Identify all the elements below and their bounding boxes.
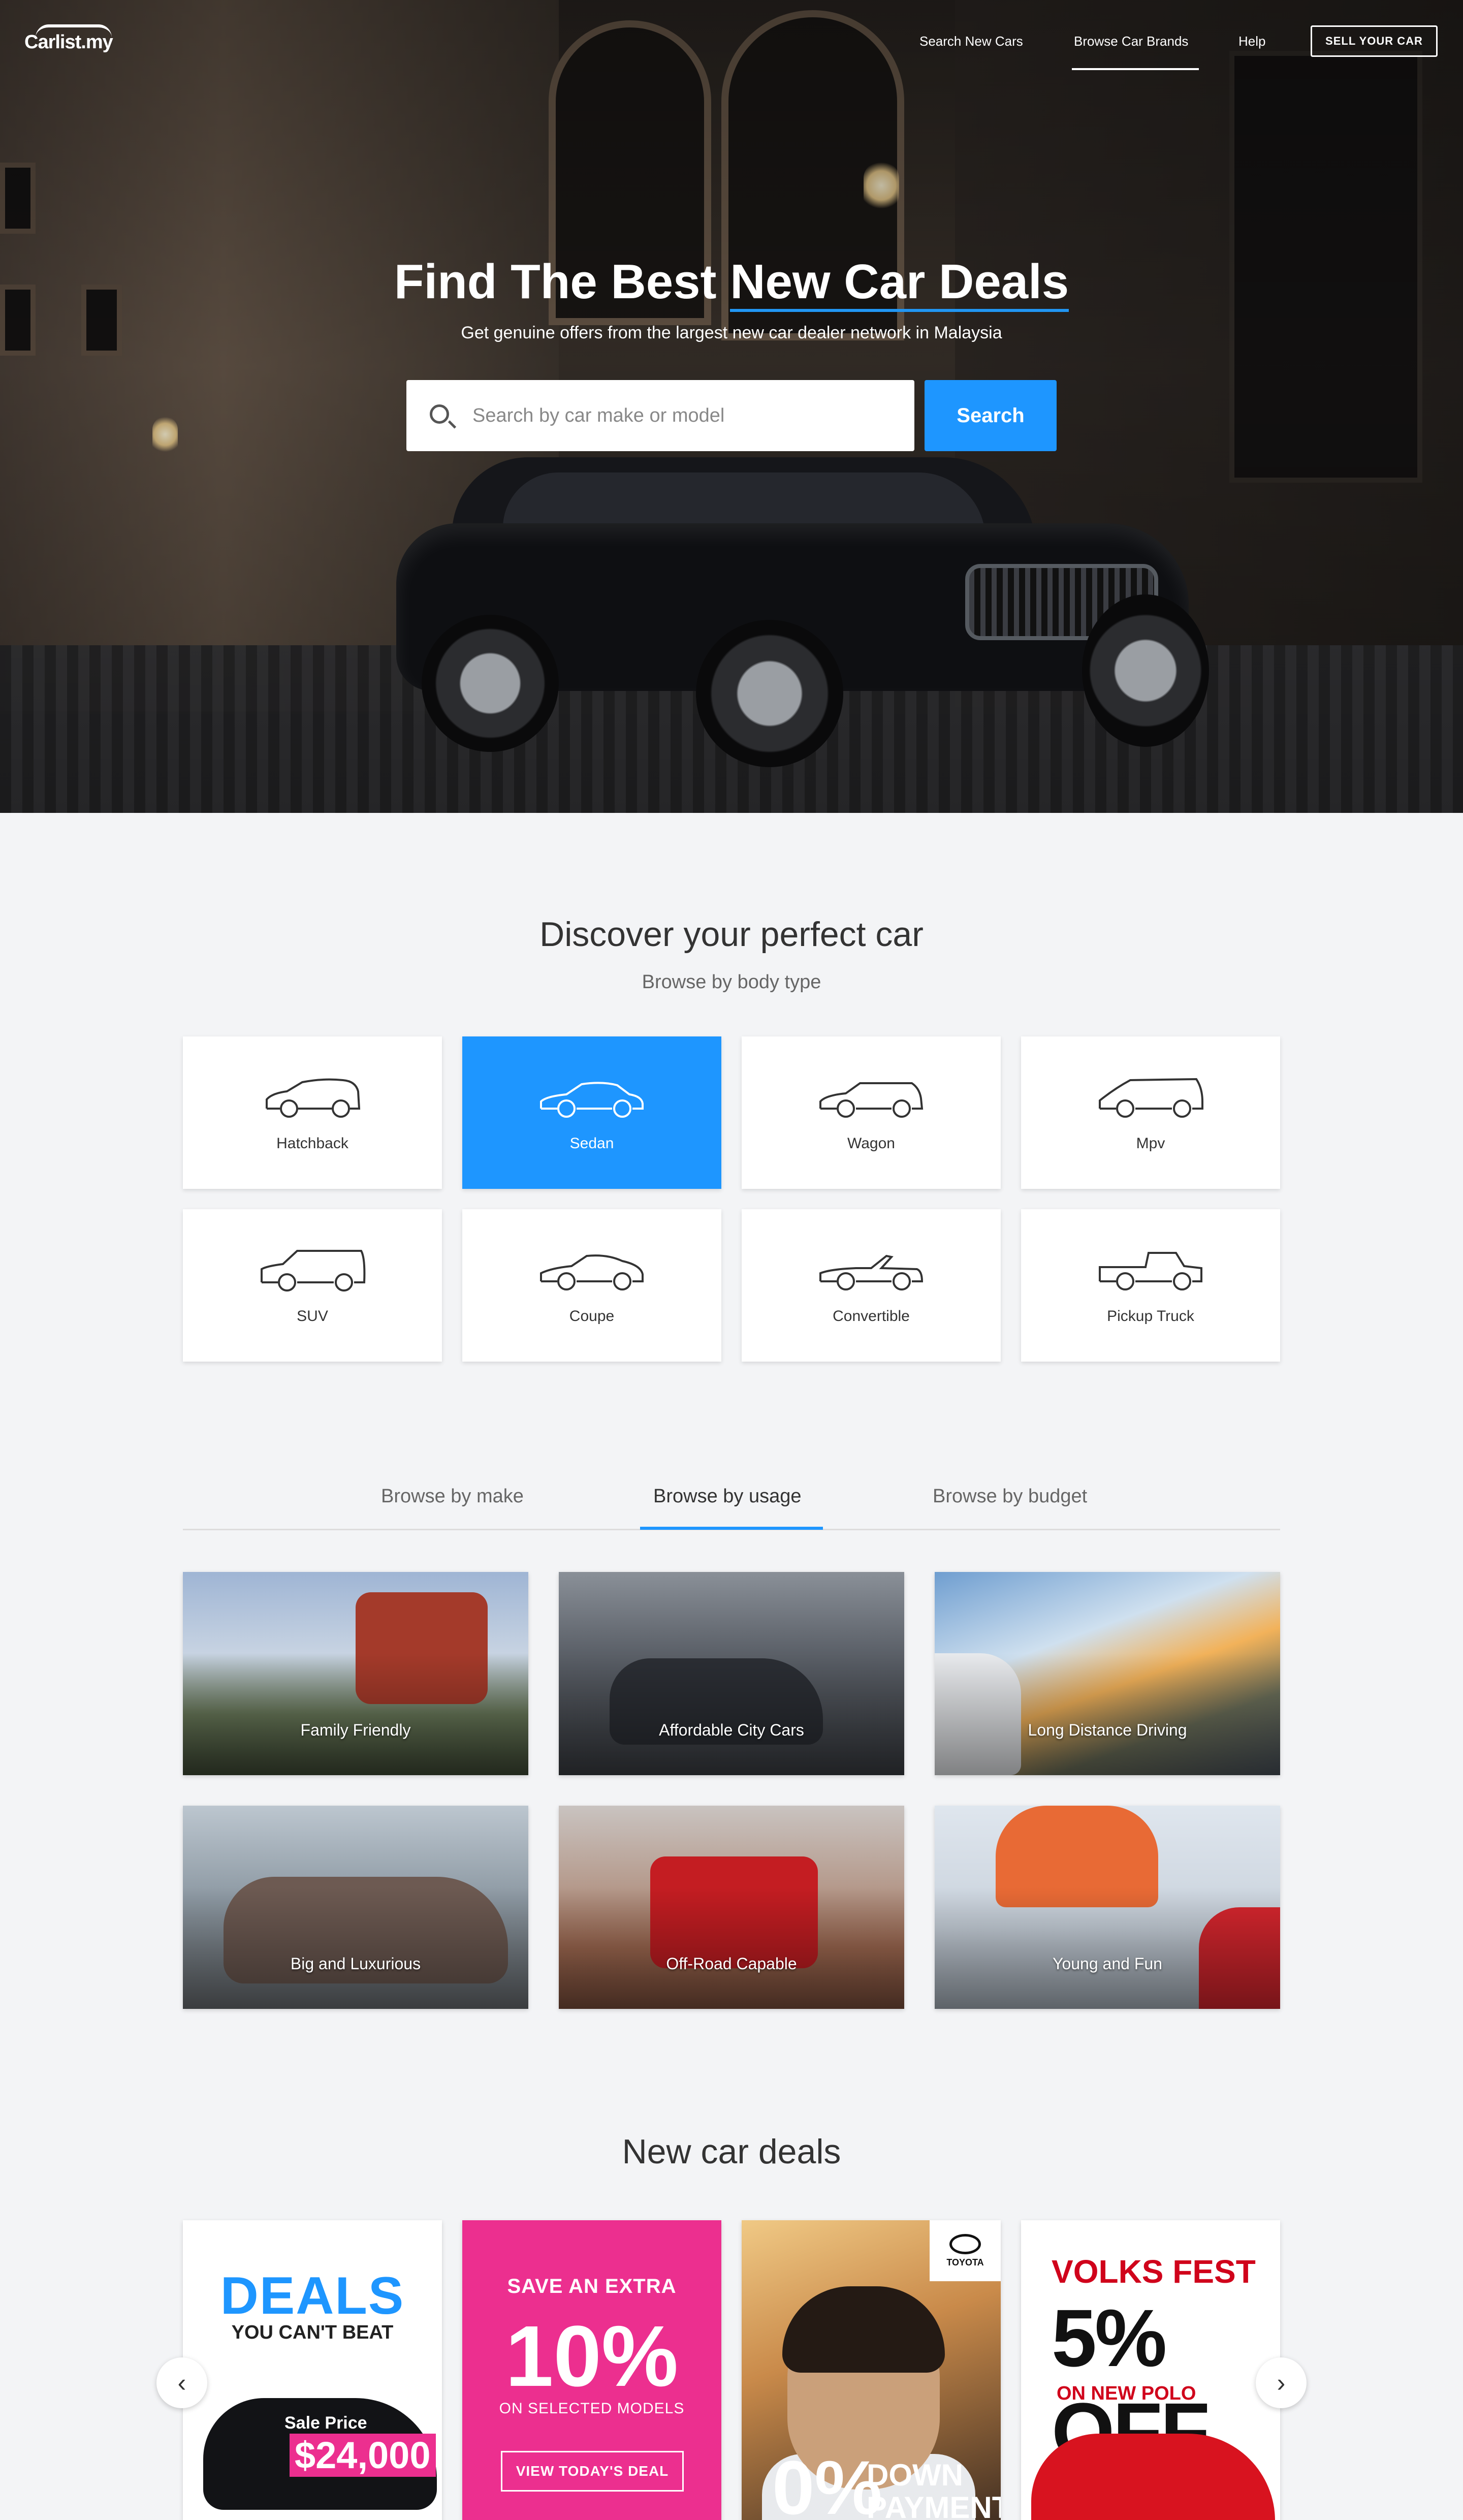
- site-logo[interactable]: Carlist.my: [24, 32, 113, 53]
- body-type-label: Mpv: [1136, 1135, 1165, 1152]
- body-type-wagon[interactable]: Wagon: [742, 1036, 1001, 1189]
- usage-label: Affordable City Cars: [659, 1721, 804, 1739]
- deals-title: New car deals: [622, 2132, 841, 2171]
- hatchback-icon: [266, 1078, 361, 1118]
- deal-percent: 0%: [772, 2445, 882, 2520]
- usage-label: Big and Luxurious: [290, 1955, 421, 1973]
- suv-icon: [261, 1250, 366, 1292]
- hero-subtitle: Get genuine offers from the largest new …: [461, 323, 1002, 342]
- tab-active-indicator: [640, 1527, 823, 1530]
- body-type-suv[interactable]: SUV: [183, 1209, 442, 1362]
- deal-subheadline: YOU CAN'T BEAT: [231, 2322, 394, 2343]
- wagon-icon: [819, 1082, 924, 1118]
- usage-card-affordable-city-cars[interactable]: Affordable City Cars: [559, 1572, 904, 1775]
- top-nav: Carlist.my Search New Cars Browse Car Br…: [0, 0, 1463, 81]
- carousel-prev-button[interactable]: ‹: [156, 2357, 207, 2408]
- body-type-label: Wagon: [847, 1135, 895, 1152]
- body-type-label: Hatchback: [276, 1135, 348, 1152]
- view-todays-deal-button[interactable]: VIEW TODAY'S DEAL: [501, 2451, 684, 2492]
- body-type-label: Sedan: [569, 1135, 614, 1152]
- nav-link-help[interactable]: Help: [1238, 34, 1265, 49]
- deals-carousel: DEALS YOU CAN'T BEAT Sale Price $24,000 …: [183, 2220, 1280, 2520]
- convertible-icon: [819, 1254, 924, 1290]
- usage-card-big-and-luxurious[interactable]: Big and Luxurious: [183, 1806, 528, 2009]
- body-type-sedan[interactable]: Sedan: [462, 1036, 721, 1189]
- search-input[interactable]: [472, 395, 899, 436]
- body-type-label: Pickup Truck: [1107, 1308, 1194, 1325]
- usage-card-off-road-capable[interactable]: Off-Road Capable: [559, 1806, 904, 2009]
- deal-percent: 10%: [505, 2308, 679, 2405]
- body-type-convertible[interactable]: Convertible: [742, 1209, 1001, 1362]
- usage-card-family-friendly[interactable]: Family Friendly: [183, 1572, 528, 1775]
- brand-name: TOYOTA: [946, 2257, 984, 2267]
- deal-headline: SAVE AN EXTRA: [507, 2275, 677, 2297]
- hero-car-image: [376, 447, 1209, 767]
- deal-headline: DEALS: [220, 2266, 405, 2325]
- tab-browse-by-budget[interactable]: Browse by budget: [933, 1486, 1087, 1507]
- down-label: DOWN: [867, 2458, 963, 2492]
- pickup-truck-icon: [1099, 1252, 1202, 1290]
- toyota-logo: TOYOTA: [930, 2220, 1001, 2281]
- chevron-left-icon: ‹: [177, 2369, 186, 2397]
- hero-title-prefix: Find The Best: [394, 255, 730, 309]
- deal-card-save-extra[interactable]: SAVE AN EXTRA 10% ON SELECTED MODELS VIE…: [462, 2220, 721, 2520]
- search-box: [406, 380, 914, 451]
- sell-your-car-button[interactable]: SELL YOUR CAR: [1311, 25, 1438, 57]
- nav-link-browse-car-brands[interactable]: Browse Car Brands: [1074, 34, 1188, 49]
- nav-link-search-new-cars[interactable]: Search New Cars: [919, 34, 1023, 49]
- deal-subheadline: DOWN PAYMENT: [867, 2459, 1001, 2520]
- discover-subtitle: Browse by body type: [642, 971, 821, 993]
- body-type-grid: Hatchback Sedan Wagon Mpv SUV Coupe Conv…: [183, 1036, 1280, 1362]
- search-icon: [430, 404, 449, 424]
- usage-card-long-distance-driving[interactable]: Long Distance Driving: [935, 1572, 1280, 1775]
- coupe-icon: [540, 1254, 644, 1290]
- browse-tabs: Browse by make Browse by usage Browse by…: [183, 1473, 1280, 1530]
- body-type-pickup-truck[interactable]: Pickup Truck: [1021, 1209, 1280, 1362]
- deal-subheadline: ON SELECTED MODELS: [499, 2400, 685, 2417]
- body-type-label: Convertible: [833, 1308, 910, 1325]
- sale-price-value: $24,000: [290, 2434, 436, 2477]
- body-type-hatchback[interactable]: Hatchback: [183, 1036, 442, 1189]
- deal-headline: VOLKS FEST: [1052, 2253, 1256, 2290]
- hero-title: Find The Best New Car Deals: [0, 254, 1463, 312]
- deal-subheadline: ON NEW POLO: [1057, 2383, 1196, 2404]
- body-type-label: SUV: [297, 1308, 328, 1325]
- sedan-icon: [540, 1082, 644, 1118]
- deal-card-deals-you-cant-beat[interactable]: DEALS YOU CAN'T BEAT Sale Price $24,000: [183, 2220, 442, 2520]
- tab-browse-by-make[interactable]: Browse by make: [381, 1486, 524, 1507]
- usage-label: Young and Fun: [1053, 1955, 1162, 1973]
- usage-card-young-and-fun[interactable]: Young and Fun: [935, 1806, 1280, 2009]
- usage-grid: Family Friendly Affordable City Cars Lon…: [183, 1572, 1280, 2009]
- usage-label: Family Friendly: [300, 1721, 411, 1739]
- carousel-next-button[interactable]: ›: [1256, 2357, 1307, 2408]
- deal-card-toyota-zero-down[interactable]: TOYOTA 0% DOWN PAYMENT: [742, 2220, 1001, 2520]
- usage-label: Off-Road Capable: [666, 1955, 797, 1973]
- body-type-coupe[interactable]: Coupe: [462, 1209, 721, 1362]
- chevron-right-icon: ›: [1277, 2369, 1286, 2397]
- discover-title: Discover your perfect car: [539, 915, 924, 954]
- body-type-mpv[interactable]: Mpv: [1021, 1036, 1280, 1189]
- payment-label: PAYMENT: [867, 2491, 1001, 2520]
- toyota-logo-icon: [949, 2233, 981, 2254]
- body-type-label: Coupe: [569, 1308, 615, 1325]
- deal-card-volks-fest[interactable]: VOLKS FEST 5% OFF ON NEW POLO: [1021, 2220, 1280, 2520]
- tab-browse-by-usage[interactable]: Browse by usage: [653, 1486, 802, 1507]
- sale-price-label: Sale Price: [284, 2413, 367, 2433]
- usage-label: Long Distance Driving: [1028, 1721, 1187, 1739]
- mpv-icon: [1099, 1078, 1203, 1118]
- nav-active-indicator: [1072, 68, 1199, 70]
- hero-title-highlight: New Car Deals: [730, 255, 1069, 312]
- search-button[interactable]: Search: [925, 380, 1057, 451]
